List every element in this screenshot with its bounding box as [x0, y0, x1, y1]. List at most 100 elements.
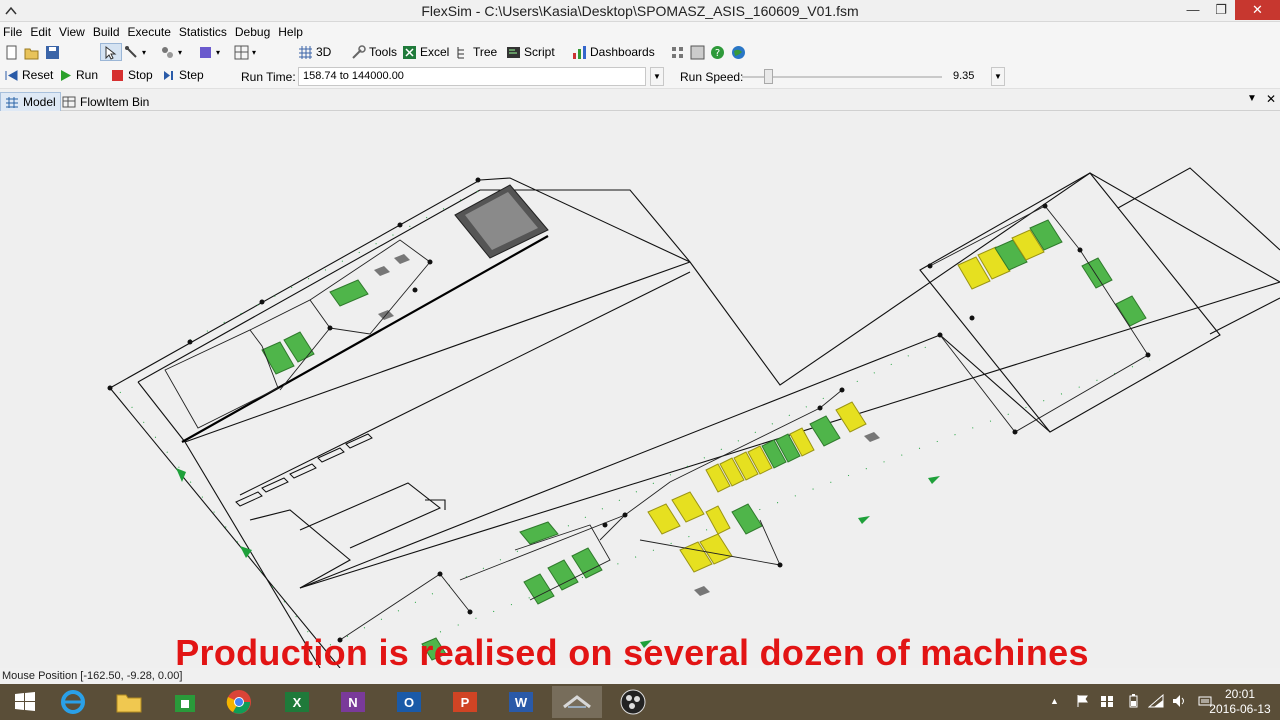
new-icon[interactable]	[4, 43, 22, 61]
dashboards-button[interactable]: Dashboards	[572, 43, 655, 61]
view-3d-label: 3D	[316, 45, 332, 59]
taskbar-internet-explorer[interactable]	[48, 686, 98, 718]
tree-label: Tree	[473, 45, 498, 59]
chrome-icon	[226, 690, 251, 714]
start-button[interactable]	[0, 686, 50, 718]
taskbar-word[interactable]: W	[496, 686, 546, 718]
online-icon[interactable]	[731, 43, 749, 61]
outlook-icon: O	[397, 692, 421, 712]
wall-line	[181, 235, 549, 443]
run-time-dropdown[interactable]: ▼	[650, 67, 664, 86]
model-3d-view[interactable]	[0, 112, 1280, 668]
run-speed-slider-thumb[interactable]	[764, 69, 773, 84]
internet-explorer-icon	[61, 690, 85, 714]
main-toolbar: ▾ ▾ ▾ ▾ 3D Tools Excel Tree Script Dashb…	[0, 41, 1280, 64]
step-label: Step	[179, 68, 204, 82]
tab-model[interactable]: Model	[0, 92, 61, 111]
reset-button[interactable]: Reset	[4, 66, 53, 84]
taskbar-obs[interactable]	[608, 686, 658, 718]
menu-debug[interactable]: Debug	[231, 22, 274, 39]
tray-battery-icon[interactable]	[1126, 694, 1140, 711]
svg-text:W: W	[515, 695, 528, 710]
step-button[interactable]: Step	[161, 66, 204, 84]
tray-windows-icon[interactable]	[1100, 694, 1114, 711]
menu-help[interactable]: Help	[274, 22, 307, 39]
layout-toggle-icon[interactable]	[690, 43, 708, 61]
menu-file[interactable]: File	[0, 22, 26, 39]
svg-text:?: ?	[715, 48, 720, 59]
menu-bar: File Edit View Build Execute Statistics Debug H…	[0, 22, 1280, 41]
save-icon[interactable]	[45, 43, 63, 61]
script-button[interactable]: Script	[506, 43, 555, 61]
status-bar: Mouse Position [-162.50, -9.28, 0.00]	[0, 668, 1280, 684]
tab-flowitem-bin[interactable]: FlowItem Bin	[58, 92, 153, 111]
run-speed-label: Run Speed:	[680, 70, 744, 84]
title-bar: FlexSim - C:\Users\Kasia\Desktop\SPOMASZ…	[0, 0, 1280, 22]
tab-close-icon[interactable]: ✕	[1266, 92, 1276, 106]
taskbar-file-explorer[interactable]	[104, 686, 154, 718]
tools-label: Tools	[369, 45, 398, 59]
grid-icon[interactable]	[670, 43, 688, 61]
layout-icon[interactable]: ▾	[234, 43, 256, 61]
tab-model-label: Model	[23, 95, 56, 109]
run-speed-dropdown[interactable]: ▼	[991, 67, 1005, 86]
taskbar-outlook[interactable]: O	[384, 686, 434, 718]
stop-button[interactable]: Stop	[110, 66, 153, 84]
document-tab-bar: Model FlowItem Bin ▼ ✕	[0, 90, 1280, 111]
select-mode-icon[interactable]	[100, 43, 122, 61]
taskbar-excel[interactable]: X	[272, 686, 322, 718]
run-button[interactable]: Run	[58, 66, 98, 84]
clock-date: 2016-06-13	[1209, 702, 1271, 716]
taskbar-store[interactable]	[160, 686, 210, 718]
machines-production-line	[421, 401, 880, 661]
tray-volume-icon[interactable]	[1172, 694, 1188, 711]
obs-icon	[620, 689, 646, 715]
run-label: Run	[76, 68, 99, 82]
dashboards-label: Dashboards	[590, 45, 655, 59]
excel-button[interactable]: Excel	[402, 43, 449, 61]
menu-build[interactable]: Build	[89, 22, 124, 39]
windows-logo-icon	[15, 692, 35, 711]
restore-button[interactable]: ❐	[1206, 0, 1236, 20]
open-icon[interactable]	[24, 43, 42, 61]
svg-text:P: P	[461, 695, 470, 710]
script-label: Script	[524, 45, 555, 59]
tools-button[interactable]: Tools	[351, 43, 397, 61]
run-time-field[interactable]: 158.74 to 144000.00	[298, 67, 646, 86]
taskbar-onenote[interactable]: N	[328, 686, 378, 718]
mouse-position-readout: Mouse Position [-162.50, -9.28, 0.00]	[2, 670, 183, 682]
path-arrows	[176, 468, 940, 648]
clock-time: 20:01	[1224, 687, 1256, 701]
tray-network-icon[interactable]	[1147, 693, 1164, 711]
tray-expand-icon[interactable]: ▲	[1050, 696, 1059, 706]
minimize-button[interactable]: —	[1178, 0, 1208, 20]
help-icon[interactable]: ?	[710, 43, 728, 61]
taskbar-flexsim[interactable]	[552, 686, 602, 718]
system-clock[interactable]: 20:01 2016-06-13	[1208, 687, 1272, 717]
menu-execute[interactable]: Execute	[124, 22, 175, 39]
tree-button[interactable]: Tree	[455, 43, 497, 61]
reset-label: Reset	[22, 68, 54, 82]
run-time-label: Run Time:	[241, 70, 296, 84]
shape-icon[interactable]: ▾	[198, 43, 220, 61]
object-mode-icon[interactable]: ▾	[160, 43, 182, 61]
menu-view[interactable]: View	[55, 22, 89, 39]
close-button[interactable]: ✕	[1235, 0, 1280, 20]
machines-right-cell	[957, 219, 1147, 327]
model-layout-canvas[interactable]	[0, 112, 1280, 668]
tray-flag-icon[interactable]	[1076, 694, 1090, 711]
run-speed-value: 9.35	[953, 70, 975, 82]
excel-icon: X	[285, 692, 309, 712]
buffer-boxes	[235, 433, 373, 507]
menu-edit[interactable]: Edit	[26, 22, 55, 39]
svg-text:X: X	[293, 695, 302, 710]
connect-mode-icon[interactable]: ▾	[124, 43, 146, 61]
svg-text:N: N	[348, 695, 357, 710]
taskbar-powerpoint[interactable]: P	[440, 686, 490, 718]
stop-label: Stop	[128, 68, 153, 82]
tab-list-dropdown-icon[interactable]: ▼	[1247, 93, 1257, 104]
taskbar-chrome[interactable]	[214, 686, 264, 718]
view-3d-button[interactable]: 3D	[298, 43, 331, 61]
flexsim-taskbar-icon	[563, 695, 591, 709]
menu-statistics[interactable]: Statistics	[175, 22, 231, 39]
